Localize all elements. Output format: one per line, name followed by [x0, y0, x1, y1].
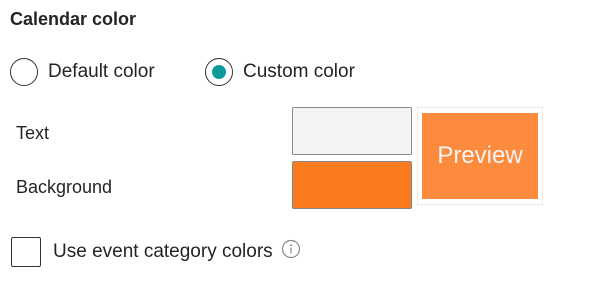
- text-color-label: Text: [16, 123, 50, 143]
- radio-circle-custom[interactable]: [205, 58, 233, 86]
- preview-frame: Preview: [417, 107, 543, 205]
- background-color-swatch[interactable]: [292, 161, 412, 209]
- text-color-swatch[interactable]: [292, 107, 412, 155]
- custom-color-label: Custom color: [243, 61, 355, 82]
- radio-circle-default[interactable]: [10, 58, 38, 86]
- info-icon[interactable]: [281, 239, 301, 259]
- custom-color-radio[interactable]: Custom color: [205, 56, 355, 88]
- background-color-label: Background: [16, 177, 113, 197]
- event-category-colors-checkbox[interactable]: [11, 237, 41, 267]
- section-title: Calendar color: [10, 9, 137, 29]
- event-category-colors-label: Use event category colors: [53, 241, 273, 262]
- preview-box: Preview: [422, 113, 538, 199]
- radio-selected-dot: [212, 65, 226, 79]
- default-color-radio[interactable]: Default color: [10, 56, 155, 88]
- event-category-colors-option[interactable]: Use event category colors: [11, 236, 301, 268]
- default-color-label: Default color: [48, 61, 155, 82]
